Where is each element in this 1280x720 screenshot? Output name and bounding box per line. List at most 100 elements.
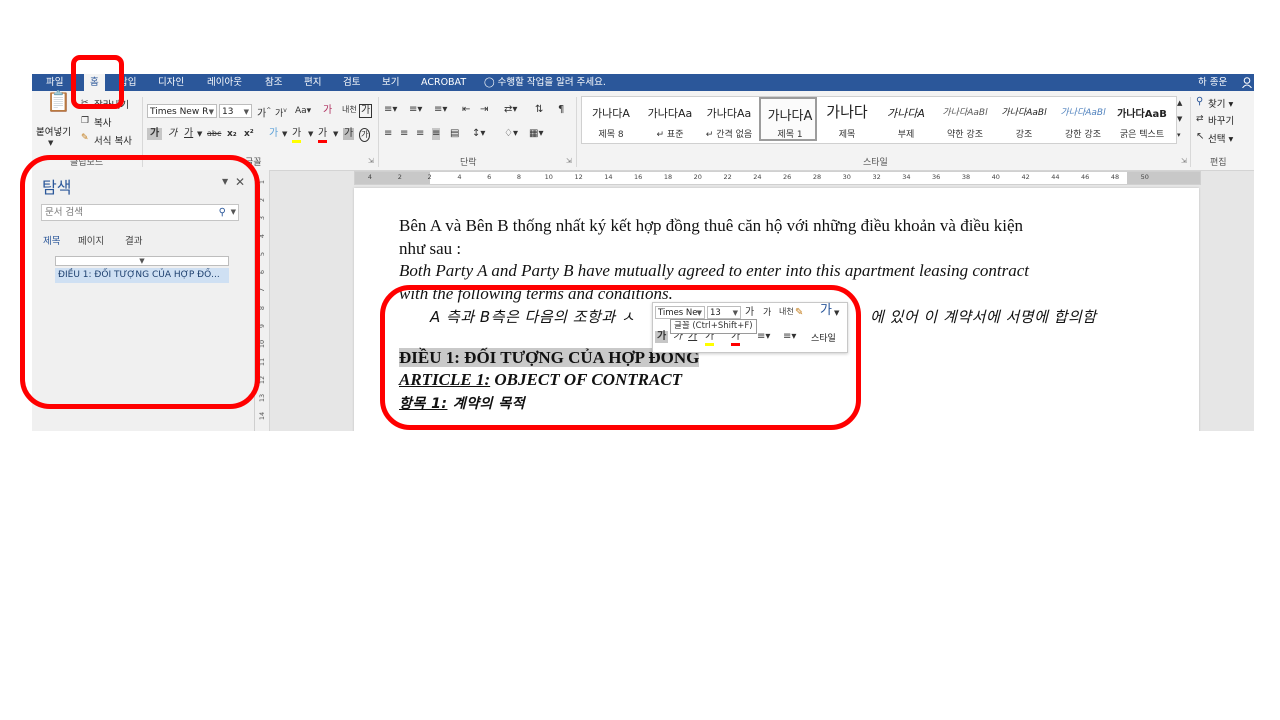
- style-no-spacing[interactable]: 가나다Aa ↵ 간격 없음: [700, 97, 758, 141]
- style-heading-8[interactable]: 가나다A 제목 8: [582, 97, 640, 141]
- italic-icon[interactable]: 가: [168, 128, 177, 140]
- styles-more-icon[interactable]: ▾: [1177, 129, 1181, 141]
- multilevel-list-icon[interactable]: ≡▾: [434, 104, 447, 116]
- clear-format-icon[interactable]: 가: [323, 105, 332, 117]
- doc-line-ko-b[interactable]: 에 있어 이 계약서에 서명에 합의함: [870, 306, 1097, 327]
- numbering-icon[interactable]: ≡▾: [409, 104, 422, 116]
- tab-review[interactable]: 검토: [343, 74, 360, 91]
- style-subtitle[interactable]: 가나다A 부제: [877, 97, 935, 141]
- style-title[interactable]: 가나다 제목: [818, 97, 876, 141]
- user-name[interactable]: 하 종운: [1198, 74, 1227, 91]
- user-icon[interactable]: [1242, 77, 1252, 88]
- paragraph-dialog-launcher-icon[interactable]: ⇲: [566, 157, 572, 165]
- increase-indent-icon[interactable]: ⇥: [480, 104, 488, 116]
- annotation-home-tab: [71, 55, 124, 109]
- doc-line-vi-2[interactable]: như sau :: [399, 239, 461, 259]
- find-button[interactable]: 찾기 ▾: [1208, 96, 1233, 110]
- h-ruler-tick: 10: [544, 173, 553, 181]
- phonetic-guide-icon[interactable]: 내천: [342, 104, 357, 116]
- style-intense-emphasis[interactable]: 가나다AaBl 강한 강조: [1054, 97, 1112, 141]
- underline-dropdown-icon[interactable]: ▼: [197, 128, 202, 140]
- h-ruler-tick: 4: [367, 173, 373, 181]
- superscript-icon[interactable]: x²: [244, 128, 254, 140]
- font-color-dropdown-icon[interactable]: ▼: [333, 128, 338, 140]
- tab-design[interactable]: 디자인: [158, 74, 184, 91]
- group-separator: [576, 97, 577, 167]
- format-painter-icon[interactable]: ✎: [81, 132, 89, 144]
- paste-icon[interactable]: 📋: [46, 91, 71, 111]
- enclose-characters-icon[interactable]: 가: [359, 128, 371, 142]
- text-effects-icon[interactable]: 가: [269, 128, 278, 140]
- align-right-icon[interactable]: ≡: [416, 128, 424, 140]
- h-ruler-tick: 6: [487, 173, 492, 181]
- tell-me-box[interactable]: ◯ 수행할 작업을 알려 주세요.: [484, 74, 606, 91]
- underline-icon[interactable]: 가: [184, 128, 193, 140]
- change-case-icon[interactable]: Aa▾: [295, 105, 311, 117]
- strikethrough-icon[interactable]: abc: [207, 128, 221, 140]
- asian-layout-icon[interactable]: ⇄▾: [504, 104, 517, 116]
- replace-button[interactable]: 바꾸기: [1208, 113, 1234, 127]
- style-subtle-emphasis[interactable]: 가나다AaBl 약한 강조: [936, 97, 994, 141]
- format-painter-button[interactable]: 서식 복사: [94, 133, 132, 147]
- doc-line-en[interactable]: Both Party A and Party B have mutually a…: [399, 261, 1029, 281]
- character-shading-icon[interactable]: 가: [343, 128, 355, 140]
- h-ruler-tick: 2: [397, 173, 402, 181]
- tab-layout[interactable]: 레이아웃: [207, 74, 242, 91]
- paste-dropdown-icon[interactable]: ▼: [48, 137, 53, 149]
- ruler-left-margin: [355, 172, 430, 184]
- justify-icon[interactable]: ≡: [432, 128, 441, 140]
- copy-button[interactable]: 복사: [94, 115, 111, 129]
- style-emphasis[interactable]: 가나다AaBl 강조: [995, 97, 1053, 141]
- annotation-document-area: [380, 285, 861, 430]
- style-name: 약한 강조: [947, 130, 983, 140]
- tab-view[interactable]: 보기: [382, 74, 399, 91]
- show-marks-icon[interactable]: ¶: [558, 104, 564, 116]
- tab-acrobat[interactable]: ACROBAT: [421, 74, 466, 91]
- chevron-down-icon[interactable]: ▼: [209, 105, 214, 117]
- distributed-icon[interactable]: ▤: [450, 128, 459, 140]
- borders-icon[interactable]: ▦▾: [529, 128, 543, 140]
- shrink-font-icon[interactable]: 가v: [275, 105, 287, 120]
- bullets-icon[interactable]: ≡▾: [384, 104, 397, 116]
- grow-font-icon[interactable]: 가^: [257, 105, 271, 120]
- find-icon[interactable]: ⚲: [1196, 96, 1203, 108]
- replace-icon[interactable]: ⇄: [1196, 113, 1204, 125]
- doc-line-vi[interactable]: Bên A và Bên B thống nhất ký kết hợp đồn…: [399, 216, 1023, 236]
- line-spacing-icon[interactable]: ↕▾: [472, 128, 485, 140]
- shading-icon[interactable]: ♢▾: [504, 128, 518, 140]
- font-color-icon[interactable]: 가: [318, 128, 328, 143]
- h-ruler-tick: 22: [723, 173, 732, 181]
- align-left-icon[interactable]: ≡: [384, 128, 392, 140]
- font-size-combo[interactable]: 13 ▼: [219, 104, 252, 118]
- bold-icon[interactable]: 가: [147, 128, 163, 140]
- styles-dialog-launcher-icon[interactable]: ⇲: [1181, 157, 1187, 165]
- select-icon[interactable]: ↖: [1196, 131, 1204, 143]
- subscript-icon[interactable]: x₂: [227, 128, 237, 140]
- align-center-icon[interactable]: ≡: [400, 128, 408, 140]
- sort-icon[interactable]: ⇅: [535, 104, 543, 116]
- decrease-indent-icon[interactable]: ⇤: [462, 104, 470, 116]
- highlight-dropdown-icon[interactable]: ▼: [308, 128, 313, 140]
- tab-references[interactable]: 참조: [265, 74, 282, 91]
- style-heading-1[interactable]: 가나다A 제목 1: [759, 97, 817, 141]
- style-normal[interactable]: 가나다Aa ↵ 표준: [641, 97, 699, 141]
- highlight-icon[interactable]: 가: [292, 128, 302, 143]
- chevron-down-icon[interactable]: ▼: [244, 105, 249, 117]
- character-border-icon[interactable]: 가: [359, 104, 373, 118]
- select-button[interactable]: 선택 ▾: [1208, 131, 1233, 145]
- font-name-combo[interactable]: Times New R ▼: [147, 104, 217, 118]
- text-effects-dropdown-icon[interactable]: ▼: [282, 128, 287, 140]
- h-ruler-tick: 20: [693, 173, 702, 181]
- font-dialog-launcher-icon[interactable]: ⇲: [368, 157, 374, 165]
- styles-scroll-down-icon[interactable]: ▼: [1177, 113, 1182, 125]
- style-name: 강한 강조: [1065, 130, 1101, 140]
- font-size-value: 13: [222, 107, 234, 117]
- tab-mailings[interactable]: 편지: [304, 74, 321, 91]
- style-strong[interactable]: 가나다AaB 굵은 텍스트: [1113, 97, 1171, 141]
- h-ruler-tick: 40: [991, 173, 1000, 181]
- copy-icon[interactable]: ❐: [81, 115, 89, 127]
- ribbon-tab-bar: 파일 홈 삽입 디자인 레이아웃 참조 편지 검토 보기 ACROBAT ◯ 수…: [32, 74, 1254, 91]
- paste-button[interactable]: 붙여넣기: [36, 124, 71, 138]
- styles-scroll-up-icon[interactable]: ▲: [1177, 97, 1182, 109]
- horizontal-ruler[interactable]: 4 2 2 4 6 8 10 12 14 16 18 20 22 24 26 28 30 32 34 36 38 40 42…: [354, 171, 1201, 185]
